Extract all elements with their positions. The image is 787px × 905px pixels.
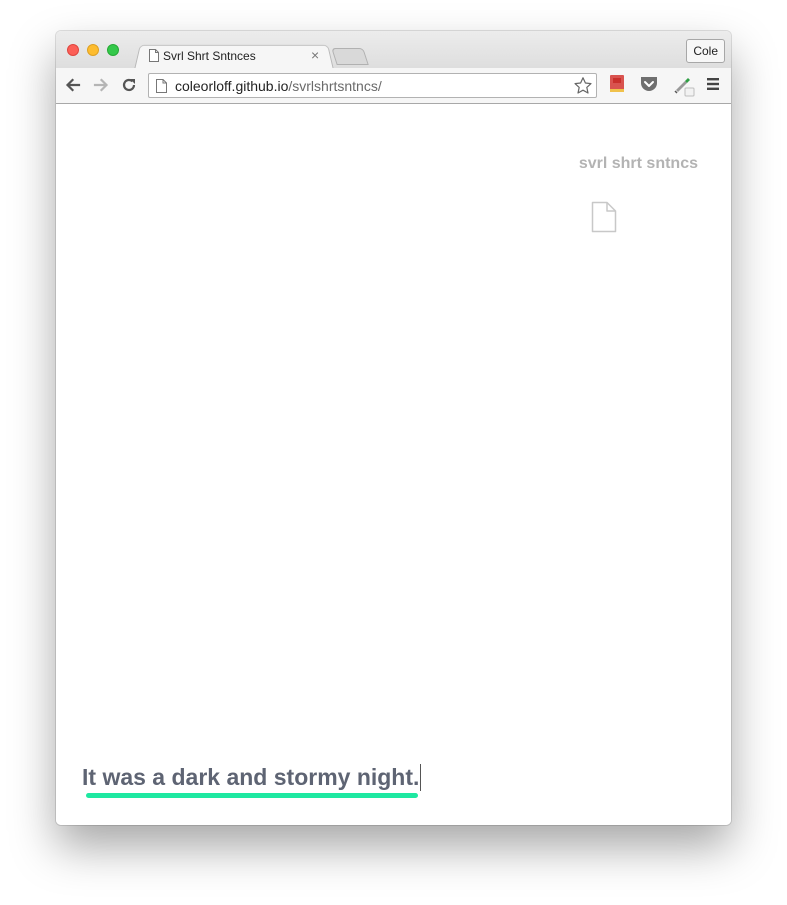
maximize-window-button[interactable] [107, 44, 119, 56]
minimize-window-button[interactable] [87, 44, 99, 56]
close-window-button[interactable] [67, 44, 79, 56]
page-icon [149, 49, 159, 67]
tab-title: Svrl Shrt Sntnces [163, 49, 256, 63]
site-title-link[interactable]: svrl shrt sntncs [579, 155, 698, 173]
address-bar[interactable]: coleorloff.github.io/svrlshrtsntncs/ [148, 73, 597, 98]
new-tab-button[interactable] [331, 48, 369, 65]
url-text[interactable]: coleorloff.github.io/svrlshrtsntncs/ [175, 78, 382, 94]
pocket-icon[interactable] [639, 75, 659, 98]
eyedropper-icon[interactable] [673, 73, 695, 102]
title-bar: Svrl Shrt Sntnces × Cole [56, 31, 731, 70]
sentence-text[interactable]: It was a dark and stormy night. [82, 764, 419, 791]
url-path: /svrlshrtsntncs/ [288, 78, 382, 94]
text-caret [420, 764, 422, 791]
page-icon [156, 79, 167, 98]
url-host: coleorloff.github.io [175, 78, 289, 94]
tab-active-content[interactable]: Svrl Shrt Sntnces × [146, 43, 332, 69]
sentence-editor[interactable]: It was a dark and stormy night. [82, 764, 422, 791]
back-arrow-icon[interactable] [64, 76, 82, 94]
reload-icon[interactable] [120, 76, 138, 94]
tab-close-icon[interactable]: × [311, 47, 319, 63]
toolbar: coleorloff.github.io/svrlshrtsntncs/ [56, 68, 731, 104]
sentence-underline [86, 793, 418, 798]
forward-arrow-icon[interactable] [92, 76, 110, 94]
page-content: svrl shrt sntncs It was a dark and storm… [56, 104, 731, 825]
document-icon[interactable] [591, 201, 617, 238]
profile-button[interactable]: Cole [686, 39, 725, 63]
browser-window: Svrl Shrt Sntnces × Cole coleorloff.gith… [56, 31, 731, 825]
bookmark-star-icon[interactable] [573, 76, 593, 101]
book-extension-icon[interactable] [608, 74, 626, 99]
menu-icon[interactable] [706, 77, 720, 96]
